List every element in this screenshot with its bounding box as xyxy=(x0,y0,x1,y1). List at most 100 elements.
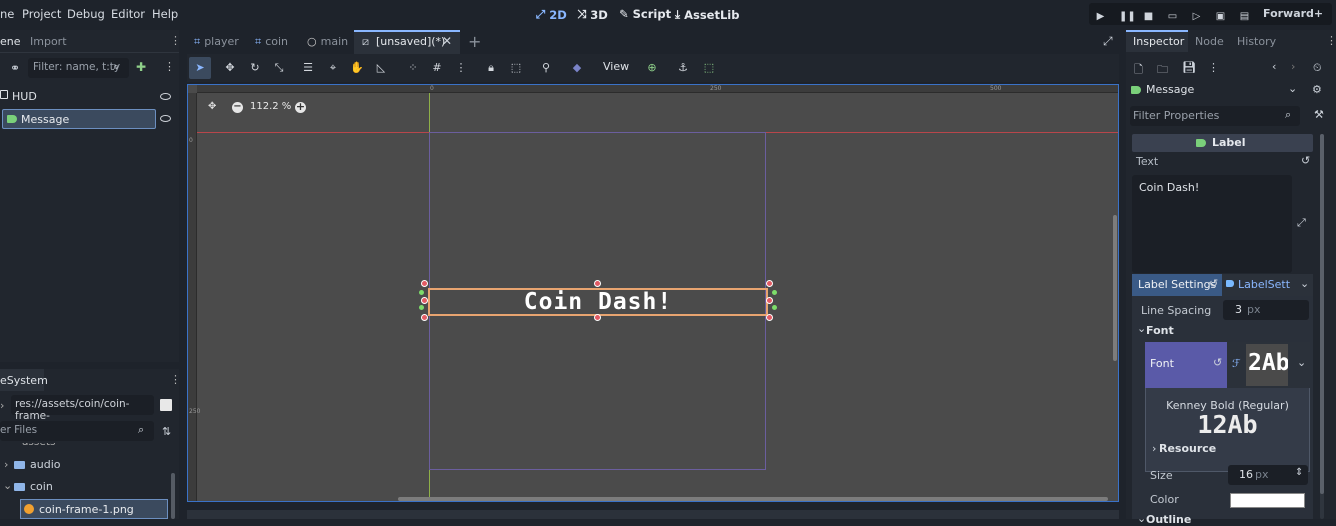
tab-history[interactable]: History xyxy=(1237,35,1276,48)
chevron-down-icon[interactable]: ⌄ xyxy=(1137,322,1146,335)
resize-handle[interactable] xyxy=(766,280,773,287)
smart-snap-icon[interactable]: ⁘ xyxy=(403,58,423,78)
resize-handle[interactable] xyxy=(594,314,601,321)
zoom-out-icon[interactable]: − xyxy=(232,102,243,113)
files-filter-input[interactable]: er Files ⌕ xyxy=(0,421,154,441)
scale-tool-icon[interactable]: ⤡ xyxy=(269,58,289,78)
chevron-right-icon[interactable]: › xyxy=(1152,442,1156,455)
tree-item-message[interactable]: Message xyxy=(2,109,156,129)
tools-icon[interactable]: ⚒︎ xyxy=(1314,108,1324,121)
revert-icon[interactable]: ↺ xyxy=(1213,356,1222,369)
resize-handle[interactable] xyxy=(421,314,428,321)
line-spacing-field[interactable]: 3 px xyxy=(1223,300,1309,320)
renderer-label[interactable]: Forward+ xyxy=(1263,7,1323,20)
resource-section[interactable]: Resource xyxy=(1159,442,1216,455)
anchor-icon[interactable]: ⚓︎ xyxy=(673,58,693,78)
more-icon[interactable]: ⋮ xyxy=(164,60,175,73)
stop-icon[interactable]: ■ xyxy=(1143,11,1154,22)
ruler-tool-icon[interactable]: ◺ xyxy=(371,58,391,78)
more-icon[interactable]: ⋮ xyxy=(170,373,181,386)
labelsettings-resource-picker[interactable]: LabelSett ⌄ xyxy=(1222,274,1313,296)
tab-node[interactable]: Node xyxy=(1195,35,1224,48)
font-section[interactable]: Font xyxy=(1146,324,1174,337)
pivot-tool-icon[interactable]: ⌖ xyxy=(323,58,343,78)
link-icon[interactable]: ⚭ xyxy=(10,61,20,75)
revert-icon[interactable]: ↺ xyxy=(1301,154,1310,167)
resize-handle[interactable] xyxy=(594,280,601,287)
menu-editor[interactable]: Editor xyxy=(111,7,145,21)
scene-filter-input[interactable]: Filter: name, t:ty ⌕ xyxy=(28,58,129,78)
play-custom-icon[interactable]: ▣ xyxy=(1215,11,1226,22)
resize-handle[interactable] xyxy=(421,297,428,304)
sort-icon[interactable]: ⇅ xyxy=(162,425,171,438)
resize-handle[interactable] xyxy=(766,314,773,321)
horizontal-scrollbar[interactable] xyxy=(398,497,1108,501)
more-icon[interactable]: ⋮ xyxy=(1326,34,1336,47)
list-tool-icon[interactable]: ☰ xyxy=(298,58,318,78)
grid-snap-icon[interactable]: # xyxy=(427,58,447,78)
label-settings-header[interactable]: Label Settings ↺ xyxy=(1132,274,1222,296)
tab-unsaved[interactable]: ⧄ [unsaved](*) ✕ xyxy=(354,30,460,54)
anchor-handle[interactable] xyxy=(772,305,777,310)
spinner-icon[interactable]: ⇕ xyxy=(1295,467,1303,478)
move-tool-icon[interactable]: ✥ xyxy=(220,58,240,78)
close-icon[interactable]: ✕ xyxy=(442,34,452,48)
lock-icon[interactable]: 🔒︎ xyxy=(481,58,501,78)
inspector-scrollbar-thumb[interactable] xyxy=(1320,134,1324,494)
file-item-assets[interactable]: assets xyxy=(0,443,170,449)
docs-icon[interactable]: ⚙︎ xyxy=(1312,83,1322,96)
visibility-eye-icon[interactable] xyxy=(160,115,171,122)
rotate-tool-icon[interactable]: ↻ xyxy=(245,58,265,78)
play-icon[interactable]: ▶ xyxy=(1095,11,1106,22)
add-script-icon[interactable]: ✚ xyxy=(136,60,146,74)
font-picker[interactable]: ℱ 2Ab ⌄ xyxy=(1227,342,1310,388)
center-view-icon[interactable]: ✥ xyxy=(208,101,216,112)
file-item-audio[interactable]: › audio xyxy=(0,457,170,475)
text-value-field[interactable]: Coin Dash! xyxy=(1132,175,1292,273)
canvas-viewport[interactable]: 0 250 500 0 250 ✥ − 112.2 % + Coin Dash! xyxy=(187,84,1119,502)
tab-inspector[interactable]: Inspector xyxy=(1126,30,1188,52)
anchor-handle[interactable] xyxy=(772,290,777,295)
history-icon[interactable]: ⏲︎ xyxy=(1313,61,1322,75)
play-scene-icon[interactable]: ▷ xyxy=(1191,11,1202,22)
pan-tool-icon[interactable]: ✋ xyxy=(347,58,367,78)
chevron-right-icon[interactable]: › xyxy=(0,399,4,412)
layout-presets-icon[interactable]: ⬚ xyxy=(699,58,719,78)
expand-icon[interactable]: ⤢ xyxy=(1297,216,1306,230)
visibility-eye-icon[interactable] xyxy=(160,93,171,100)
revert-icon[interactable]: ↺ xyxy=(1209,277,1218,290)
vertical-scrollbar[interactable] xyxy=(1113,215,1117,361)
menu-project[interactable]: Project xyxy=(22,7,61,21)
tree-item-hud[interactable]: HUD xyxy=(0,89,176,106)
more-icon[interactable]: ⋮ xyxy=(170,34,181,47)
menu-help[interactable]: Help xyxy=(152,7,178,21)
size-field[interactable]: 16 px ⇕ xyxy=(1228,465,1308,485)
more-icon[interactable]: ⋮ xyxy=(1208,61,1219,74)
tab-import[interactable]: Import xyxy=(30,35,67,53)
resize-handle[interactable] xyxy=(421,280,428,287)
scrollbar[interactable] xyxy=(171,473,175,519)
mode-3d-button[interactable]: ⤨ 3D xyxy=(577,7,608,22)
distraction-free-icon[interactable]: ⤢ xyxy=(1103,34,1113,49)
file-item-coin-frame[interactable]: coin-frame-1.png xyxy=(20,499,168,519)
tab-filesystem[interactable]: eSystem xyxy=(0,369,48,391)
select-tool-icon[interactable]: ➤ xyxy=(189,57,211,79)
new-resource-icon[interactable]: 🗋︎ xyxy=(1134,61,1143,80)
zoom-in-icon[interactable]: + xyxy=(295,101,306,113)
snap-options-icon[interactable]: ⋮ xyxy=(451,58,471,78)
outline-section[interactable]: Outline xyxy=(1146,513,1191,526)
color-swatch[interactable] xyxy=(1230,493,1305,508)
layout-toggle-icon[interactable] xyxy=(160,399,172,411)
resize-handle[interactable] xyxy=(766,297,773,304)
forward-icon[interactable]: › xyxy=(1291,60,1295,73)
anchor-add-icon[interactable]: ⊕ xyxy=(642,58,662,78)
label-node-rect[interactable]: Coin Dash! xyxy=(428,288,768,316)
menu-debug[interactable]: Debug xyxy=(67,7,105,21)
node-selector[interactable]: Message ⌄ xyxy=(1130,81,1300,99)
bone-icon[interactable]: ⚲ xyxy=(536,58,556,78)
add-tab-icon[interactable]: + xyxy=(468,32,481,51)
remote-debug-icon[interactable]: ▭ xyxy=(1167,11,1178,22)
group-icon[interactable]: ⬚ xyxy=(506,58,526,78)
mode-2d-button[interactable]: ⤢ 2D xyxy=(536,7,567,22)
back-icon[interactable]: ‹ xyxy=(1272,60,1276,73)
